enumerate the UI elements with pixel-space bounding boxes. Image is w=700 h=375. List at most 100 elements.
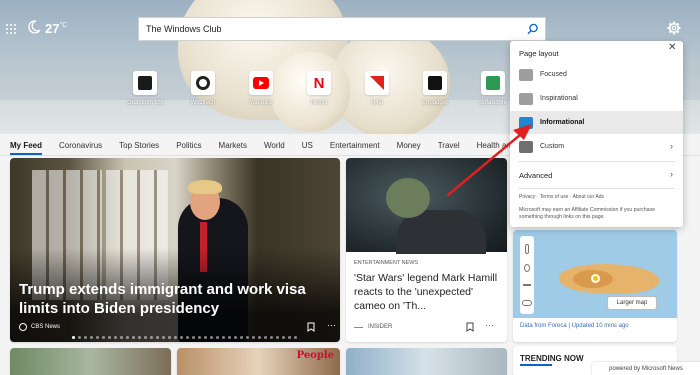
source-name: INSIDER (368, 324, 393, 330)
carousel-dots[interactable] (72, 336, 300, 339)
weather-map-card[interactable]: Larger map Data from Foreca | Updated 10… (513, 230, 677, 342)
bookmark-icon[interactable] (307, 322, 315, 332)
person-hair (188, 180, 222, 194)
youtube-icon (249, 71, 273, 95)
more-options-icon[interactable]: ··· (485, 320, 494, 330)
powered-by-badge[interactable]: powered by Microsoft News (592, 362, 700, 375)
quick-link-youtube[interactable]: YouTube (232, 71, 290, 106)
map-layers-panel[interactable] (520, 236, 534, 314)
search-box[interactable]: The Windows Club (138, 17, 546, 41)
news-card-thumbnail[interactable] (10, 348, 171, 375)
engadget-icon (423, 71, 447, 95)
advanced-settings[interactable]: Advanced › (510, 164, 683, 186)
close-icon[interactable]: ✕ (668, 42, 676, 53)
news-card-thumbnail[interactable]: People (177, 348, 340, 375)
layout-option-label: Custom (540, 143, 565, 150)
layout-option-label: Informational (540, 119, 585, 126)
quick-link-engadget[interactable]: Engadget (406, 71, 464, 106)
affiliate-disclaimer: Microsoft may earn an Affiliate Commissi… (519, 207, 655, 220)
larger-map-button[interactable]: Larger map (607, 296, 657, 310)
more-options-icon[interactable]: ··· (327, 320, 336, 330)
rain-layer-icon[interactable] (524, 264, 530, 272)
terms-link[interactable]: Terms of use (540, 194, 569, 200)
quick-link-label: Engadget (422, 100, 448, 106)
tab-top-stories[interactable]: Top Stories (119, 134, 159, 155)
about-ads-link[interactable]: About our Ads (573, 194, 604, 200)
layout-option-focused[interactable]: Focused (510, 63, 683, 86)
advanced-label: Advanced (519, 170, 553, 180)
source-name: CBS News (31, 324, 61, 330)
sofascore-icon (481, 71, 505, 95)
quick-link-netflix[interactable]: N Netflix (290, 71, 348, 106)
informational-layout-icon (519, 116, 533, 129)
tab-markets[interactable]: Markets (219, 134, 247, 155)
divider (518, 188, 675, 189)
chevron-right-icon: › (670, 169, 673, 179)
footer-links: Privacy · Terms of use · About our Ads (519, 194, 604, 200)
character-image (386, 178, 430, 218)
temperature-unit: °C (59, 22, 68, 29)
trending-now-heading: TRENDING NOW (520, 354, 584, 363)
gear-icon[interactable] (667, 21, 681, 35)
news-source: INSIDER (354, 324, 392, 330)
moon-icon (28, 20, 41, 34)
layout-option-informational[interactable]: Informational (510, 111, 683, 134)
people-logo: People (296, 350, 334, 361)
wind-layer-icon[interactable] (523, 284, 531, 286)
cbs-logo-icon (19, 323, 27, 331)
inspirational-layout-icon (519, 92, 533, 105)
page-settings-panel: ✕ Page layout Focused Inspirational Info… (510, 41, 683, 227)
quick-link-label: Netflix (310, 100, 328, 106)
layout-option-label: Inspirational (540, 95, 578, 102)
cloud-layer-icon[interactable] (522, 300, 532, 306)
n4g-icon (365, 71, 389, 95)
temperature-value: 27 (45, 21, 60, 36)
news-card-thumbnail[interactable] (346, 348, 507, 375)
tab-money[interactable]: Money (397, 134, 421, 155)
map-caption[interactable]: Data from Foreca | Updated 10 mins ago (520, 323, 629, 329)
quick-links: Goal.com US Wccftech YouTube N Netflix N… (116, 71, 522, 106)
divider (518, 161, 675, 162)
search-icon[interactable] (521, 18, 545, 40)
tab-entertainment[interactable]: Entertainment (330, 134, 380, 155)
insider-logo-icon (354, 326, 363, 328)
quick-link-n4g[interactable]: N4G (348, 71, 406, 106)
apps-grid-icon[interactable] (6, 24, 16, 34)
news-headline[interactable]: Trump extends immigrant and work visa li… (19, 280, 329, 318)
quick-link-label: Goal.com US (127, 100, 163, 106)
tab-travel[interactable]: Travel (438, 134, 460, 155)
trending-underline (520, 364, 552, 366)
news-card-secondary[interactable]: ENTERTAINMENT NEWS 'Star Wars' legend Ma… (346, 158, 507, 342)
news-headline[interactable]: 'Star Wars' legend Mark Hamill reacts to… (354, 271, 502, 313)
goal-icon (133, 71, 157, 95)
netflix-icon: N (307, 71, 331, 95)
news-card-main[interactable]: Trump extends immigrant and work visa li… (10, 158, 340, 342)
custom-layout-icon (519, 140, 533, 153)
quick-link-label: YouTube (249, 100, 273, 106)
quick-link-label: Wccftech (190, 100, 216, 106)
tab-politics[interactable]: Politics (176, 134, 201, 155)
privacy-link[interactable]: Privacy (519, 194, 535, 200)
layout-option-custom[interactable]: Custom › (510, 135, 683, 158)
bookmark-icon[interactable] (466, 322, 474, 332)
tab-my-feed[interactable]: My Feed (10, 134, 43, 155)
search-input[interactable]: The Windows Club (139, 24, 521, 34)
tab-us[interactable]: US (302, 134, 313, 155)
temperature-layer-icon[interactable] (525, 244, 529, 254)
news-source: CBS News (19, 323, 60, 331)
page-layout-title: Page layout (519, 49, 559, 58)
tab-coronavirus[interactable]: Coronavirus (59, 134, 102, 155)
location-pin-icon (591, 274, 600, 283)
news-category: ENTERTAINMENT NEWS (354, 260, 419, 266)
chevron-right-icon: › (670, 141, 673, 151)
layout-option-inspirational[interactable]: Inspirational (510, 87, 683, 110)
quick-link-goal[interactable]: Goal.com US (116, 71, 174, 106)
weather-temperature[interactable]: 27°C (45, 21, 67, 36)
focused-layout-icon (519, 68, 533, 81)
tab-world[interactable]: World (264, 134, 285, 155)
quick-link-label: SofaScore (478, 100, 508, 106)
layout-option-label: Focused (540, 71, 567, 78)
wccftech-icon (191, 71, 215, 95)
quick-link-wccftech[interactable]: Wccftech (174, 71, 232, 106)
quick-link-label: N4G (370, 100, 384, 106)
